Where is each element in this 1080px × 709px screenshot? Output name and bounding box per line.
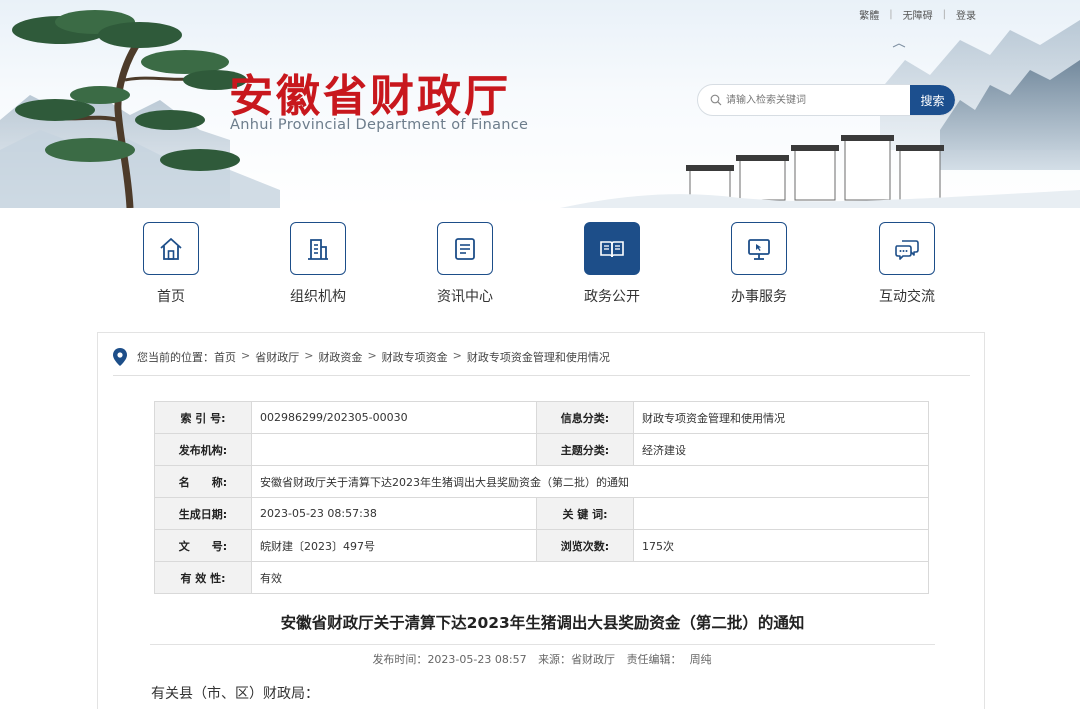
keywords-value: [633, 497, 929, 530]
nav-item-gov-affairs[interactable]: 政务公开: [562, 222, 662, 306]
search-box: 搜索: [697, 84, 956, 116]
editor: 周纯: [689, 653, 712, 666]
nav-label: 首页: [157, 289, 185, 305]
chat-icon: [895, 239, 919, 260]
nav-label: 互动交流: [879, 289, 935, 305]
search-icon: [710, 94, 722, 106]
breadcrumb: 您当前的位置： 首页 > 省财政厅 > 财政资金 > 财政专项资金 > 财政专项…: [113, 348, 970, 376]
nav-item-interaction[interactable]: 互动交流: [857, 222, 957, 306]
nav-icon-box: [143, 222, 199, 275]
publish-info: 发布时间：2023-05-23 08:57 来源：省财政厅 责任编辑： 周纯: [98, 651, 986, 667]
nav-label: 政务公开: [584, 289, 640, 305]
breadcrumb-separator: >: [304, 349, 314, 362]
keywords-label: 关 键 词:: [536, 497, 634, 530]
validity-value: 有效: [251, 561, 929, 594]
topic-category-label: 主题分类:: [536, 433, 634, 466]
divider: |: [942, 9, 946, 20]
table-row: 索 引 号: 002986299/202305-00030 信息分类: 财政专项…: [154, 401, 929, 434]
generated-date-label: 生成日期:: [154, 497, 252, 530]
traditional-chinese-link[interactable]: 繁體: [859, 7, 879, 22]
book-icon: [600, 240, 624, 257]
article-salutation: 有关县（市、区）财政局：: [151, 686, 319, 702]
nav-item-news[interactable]: 资讯中心: [415, 222, 515, 306]
breadcrumb-separator: >: [241, 349, 251, 362]
nav-icon-box: [731, 222, 787, 275]
breadcrumb-item[interactable]: 财政专项资金管理和使用情况: [467, 349, 610, 365]
view-count-label: 浏览次数:: [536, 529, 634, 562]
login-link[interactable]: 登录: [956, 7, 976, 22]
nav-label: 资讯中心: [437, 289, 493, 305]
main-nav: 首页 组织机构 资讯中心 政务公开 办事服务 互动交流: [0, 208, 1080, 318]
table-row: 名 称: 安徽省财政厅关于清算下达2023年生猪调出大县奖励资金（第二批）的通知: [154, 465, 929, 498]
breadcrumb-item[interactable]: 首页: [214, 349, 236, 365]
breadcrumb-item[interactable]: 财政专项资金: [382, 349, 448, 365]
search-button[interactable]: 搜索: [910, 85, 955, 115]
source-label: 来源：: [538, 653, 572, 666]
article-title: 安徽省财政厅关于清算下达2023年生猪调出大县奖励资金（第二批）的通知: [150, 611, 935, 645]
view-count-value: 175次: [633, 529, 929, 562]
nav-icon-box: [879, 222, 935, 275]
document-name-value: 安徽省财政厅关于清算下达2023年生猪调出大县奖励资金（第二批）的通知: [251, 465, 929, 498]
document-metadata-table: 索 引 号: 002986299/202305-00030 信息分类: 财政专项…: [154, 401, 929, 594]
info-category-value: 财政专项资金管理和使用情况: [633, 401, 929, 434]
nav-item-services[interactable]: 办事服务: [709, 222, 809, 306]
index-number-label: 索 引 号:: [154, 401, 252, 434]
nav-label: 组织机构: [290, 289, 346, 305]
nav-label: 办事服务: [731, 289, 787, 305]
document-number-value: 皖财建〔2023〕497号: [251, 529, 537, 562]
document-number-label: 文 号:: [154, 529, 252, 562]
news-icon: [455, 237, 475, 260]
nav-icon-box: [437, 222, 493, 275]
nav-item-home[interactable]: 首页: [121, 222, 221, 306]
home-icon: [160, 237, 182, 260]
organization-icon: [308, 238, 328, 260]
publish-time-label: 发布时间：: [372, 653, 428, 666]
header-banner: 繁體 | 无障碍 | 登录 安徽省财政厅 Anhui Provincial De…: [0, 0, 1080, 208]
article-panel: 您当前的位置： 首页 > 省财政厅 > 财政资金 > 财政专项资金 > 财政专项…: [97, 332, 985, 709]
publisher-value: [251, 433, 537, 466]
document-name-label: 名 称:: [154, 465, 252, 498]
location-pin-icon: [113, 348, 127, 366]
breadcrumb-item[interactable]: 财政资金: [318, 349, 362, 365]
topic-category-value: 经济建设: [633, 433, 929, 466]
nav-icon-box: [584, 222, 640, 275]
validity-label: 有 效 性:: [154, 561, 252, 594]
breadcrumb-prefix: 您当前的位置：: [137, 351, 214, 364]
monitor-cursor-icon: [748, 238, 770, 260]
editor-label: 责任编辑：: [626, 653, 682, 666]
table-row: 生成日期: 2023-05-23 08:57:38 关 键 词:: [154, 497, 929, 530]
divider: |: [889, 9, 893, 20]
nav-icon-box: [290, 222, 346, 275]
publisher-label: 发布机构:: [154, 433, 252, 466]
index-number-value: 002986299/202305-00030: [251, 401, 537, 434]
table-row: 发布机构: 主题分类: 经济建设: [154, 433, 929, 466]
search-input[interactable]: [726, 85, 908, 115]
site-logo-title[interactable]: 安徽省财政厅: [229, 60, 511, 124]
top-links: 繁體 | 无障碍 | 登录: [859, 7, 976, 22]
nav-item-organization[interactable]: 组织机构: [268, 222, 368, 306]
accessibility-link[interactable]: 无障碍: [903, 7, 933, 22]
generated-date-value: 2023-05-23 08:57:38: [251, 497, 537, 530]
source: 省财政厅: [571, 653, 616, 666]
breadcrumb-item[interactable]: 省财政厅: [255, 349, 299, 365]
publish-time: 2023-05-23 08:57: [427, 653, 527, 666]
site-logo-subtitle: Anhui Provincial Department of Finance: [230, 117, 529, 133]
breadcrumb-separator: >: [367, 349, 377, 362]
breadcrumb-separator: >: [452, 349, 462, 362]
table-row: 有 效 性: 有效: [154, 561, 929, 594]
info-category-label: 信息分类:: [536, 401, 634, 434]
table-row: 文 号: 皖财建〔2023〕497号 浏览次数: 175次: [154, 529, 929, 562]
